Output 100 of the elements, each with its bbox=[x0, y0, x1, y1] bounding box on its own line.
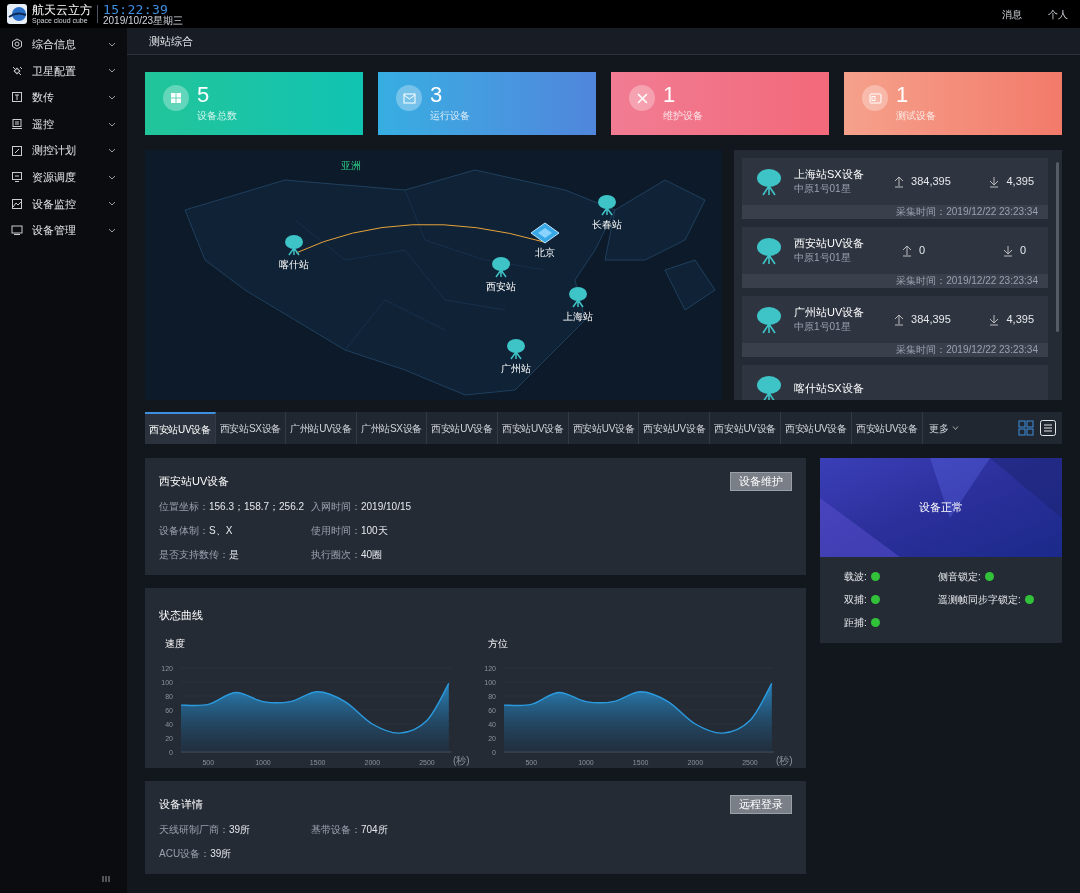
indicator-label: 侧音锁定: bbox=[938, 570, 981, 584]
antenna-icon bbox=[491, 256, 511, 278]
upload-count: 384,395 bbox=[911, 174, 952, 190]
device-tab[interactable]: 广州站SX设备 bbox=[356, 412, 428, 444]
chevron-down-icon bbox=[108, 174, 116, 180]
upload-icon bbox=[894, 313, 905, 326]
chart-title: 速度 bbox=[165, 637, 185, 651]
document-icon bbox=[11, 91, 23, 104]
download-icon bbox=[1003, 244, 1013, 257]
device-tab[interactable]: 西安站UV设备 bbox=[781, 412, 852, 444]
satellite-name: 中原1号01星 bbox=[794, 253, 852, 263]
device-card[interactable]: 喀什站SX设备 bbox=[742, 365, 1048, 400]
list-view-icon[interactable] bbox=[1040, 420, 1056, 436]
satellite-icon bbox=[11, 64, 23, 77]
sidebar-item[interactable]: 资源调度 bbox=[0, 163, 127, 191]
chevron-down-icon bbox=[108, 148, 116, 154]
collection-time: 采集时间：2019/12/22 23:23:34 bbox=[896, 207, 1038, 217]
device-tab[interactable]: 西安站UV设备 bbox=[568, 412, 640, 444]
grid-view-icon[interactable] bbox=[1018, 420, 1034, 436]
upload-icon bbox=[902, 244, 912, 257]
info-field: 基带设备：704所 bbox=[311, 822, 792, 837]
decorative-triangle bbox=[930, 458, 990, 518]
card-title: 西安站UV设备 bbox=[159, 474, 230, 490]
device-card[interactable]: 广州站UV设备 中原1号01星 384,395 4,395 采集时间：2019/12/22 23:23:34 bbox=[742, 296, 1048, 357]
device-tab[interactable]: 西安站UV设备 bbox=[851, 412, 923, 444]
chevron-down-icon bbox=[108, 95, 116, 100]
device-tab[interactable]: 西安站UV设备 bbox=[497, 412, 569, 444]
header-link[interactable]: 消息 bbox=[1002, 6, 1022, 22]
grid-icon bbox=[163, 85, 189, 111]
info-field: 使用时间：100天 bbox=[311, 523, 792, 538]
download-icon bbox=[989, 175, 1000, 188]
device-tab[interactable]: 广州站UV设备 bbox=[286, 412, 357, 444]
stat-label: 运行设备 bbox=[430, 111, 470, 121]
more-tab[interactable]: 更多 bbox=[922, 412, 965, 444]
page-title: 测站综合 bbox=[149, 33, 193, 49]
download-icon bbox=[989, 313, 1000, 326]
x-axis-unit: (秒) bbox=[775, 755, 793, 766]
card-title: 设备详情 bbox=[159, 797, 203, 813]
satellite-name: 中原1号01星 bbox=[794, 184, 852, 194]
device-tab[interactable]: 西安站UV设备 bbox=[639, 412, 711, 444]
card-title: 状态曲线 bbox=[159, 609, 203, 621]
chevron-down-icon bbox=[108, 227, 116, 233]
chevron-down-icon bbox=[108, 41, 116, 47]
device-tab[interactable]: 西安站UV设备 bbox=[710, 412, 782, 444]
download-count: 4,395 bbox=[1006, 174, 1034, 190]
station-label: 西安站 bbox=[486, 280, 516, 294]
header-link[interactable]: 个人 bbox=[1048, 6, 1068, 22]
antenna-icon bbox=[568, 286, 588, 308]
action-button[interactable]: 设备维护 bbox=[730, 472, 792, 491]
sidebar-item[interactable]: 设备管理 bbox=[0, 217, 127, 244]
sidebar-item[interactable]: 数传 bbox=[0, 84, 127, 111]
antenna-icon bbox=[756, 305, 782, 334]
antenna-icon bbox=[756, 374, 782, 400]
sidebar-item[interactable]: 遥控 bbox=[0, 110, 127, 138]
device-name: 西安站UV设备 bbox=[794, 238, 866, 249]
stat-value: 5 bbox=[197, 84, 211, 106]
device-card[interactable]: 上海站SX设备 中原1号01星 384,395 4,395 采集时间：2019/12/22 23:23:34 bbox=[742, 158, 1048, 219]
device-tab[interactable]: 西安站UV设备 bbox=[145, 412, 216, 444]
info-field: 设备体制：S、X bbox=[159, 523, 311, 538]
satellite-name: 中原1号01星 bbox=[794, 322, 852, 332]
antenna-icon bbox=[756, 236, 782, 265]
caret-icon bbox=[951, 426, 959, 430]
envelope-icon bbox=[396, 85, 422, 111]
indicator-label: 遥测帧同步字锁定: bbox=[938, 593, 1021, 607]
device-tab[interactable]: 西安站SX设备 bbox=[215, 412, 287, 444]
antenna-icon bbox=[284, 234, 304, 256]
info-field: 执行圈次：40圈 bbox=[311, 547, 792, 562]
stat-label: 测试设备 bbox=[896, 111, 936, 121]
clock-time: 15:22:39 bbox=[103, 2, 169, 16]
upload-icon bbox=[894, 175, 905, 188]
info-field: 天线研制厂商：39所 bbox=[159, 822, 311, 837]
id-card-icon bbox=[862, 85, 888, 111]
device-tab[interactable]: 西安站UV设备 bbox=[427, 412, 498, 444]
device-name: 上海站SX设备 bbox=[794, 169, 865, 180]
collapse-icon[interactable] bbox=[102, 875, 110, 883]
sidebar-item[interactable]: 综合信息 bbox=[0, 31, 127, 58]
map-label: 亚洲 bbox=[341, 159, 361, 173]
sidebar-item[interactable]: 卫星配置 bbox=[0, 57, 127, 85]
screen-icon bbox=[11, 224, 23, 237]
sidebar-item[interactable]: 测控计划 bbox=[0, 137, 127, 164]
device-card[interactable]: 西安站UV设备 中原1号01星 0 0 采集时间：2019/12/22 23:23:34 bbox=[742, 227, 1048, 288]
station-label: 喀什站 bbox=[279, 258, 309, 272]
download-count: 4,395 bbox=[1006, 312, 1034, 328]
logo-icon bbox=[6, 3, 28, 25]
status-text: 设备正常 bbox=[919, 500, 963, 516]
antenna-icon bbox=[756, 167, 782, 196]
station-label: 广州站 bbox=[501, 362, 531, 376]
brand-name: 航天云立方 bbox=[32, 4, 92, 16]
stat-label: 维护设备 bbox=[663, 111, 703, 121]
stat-value: 1 bbox=[663, 84, 677, 106]
stat-value: 3 bbox=[430, 84, 444, 106]
station-label: 北京 bbox=[535, 246, 555, 260]
action-button[interactable]: 远程登录 bbox=[730, 795, 792, 814]
info-field: 入网时间：2019/10/15 bbox=[311, 499, 792, 514]
antenna-icon bbox=[506, 338, 526, 360]
sidebar-item[interactable]: 设备监控 bbox=[0, 190, 127, 218]
collection-time: 采集时间：2019/12/22 23:23:34 bbox=[896, 276, 1038, 286]
info-field: 是否支持数传：是 bbox=[159, 547, 311, 562]
monitor-icon bbox=[11, 171, 23, 184]
panel-icon bbox=[11, 118, 23, 131]
